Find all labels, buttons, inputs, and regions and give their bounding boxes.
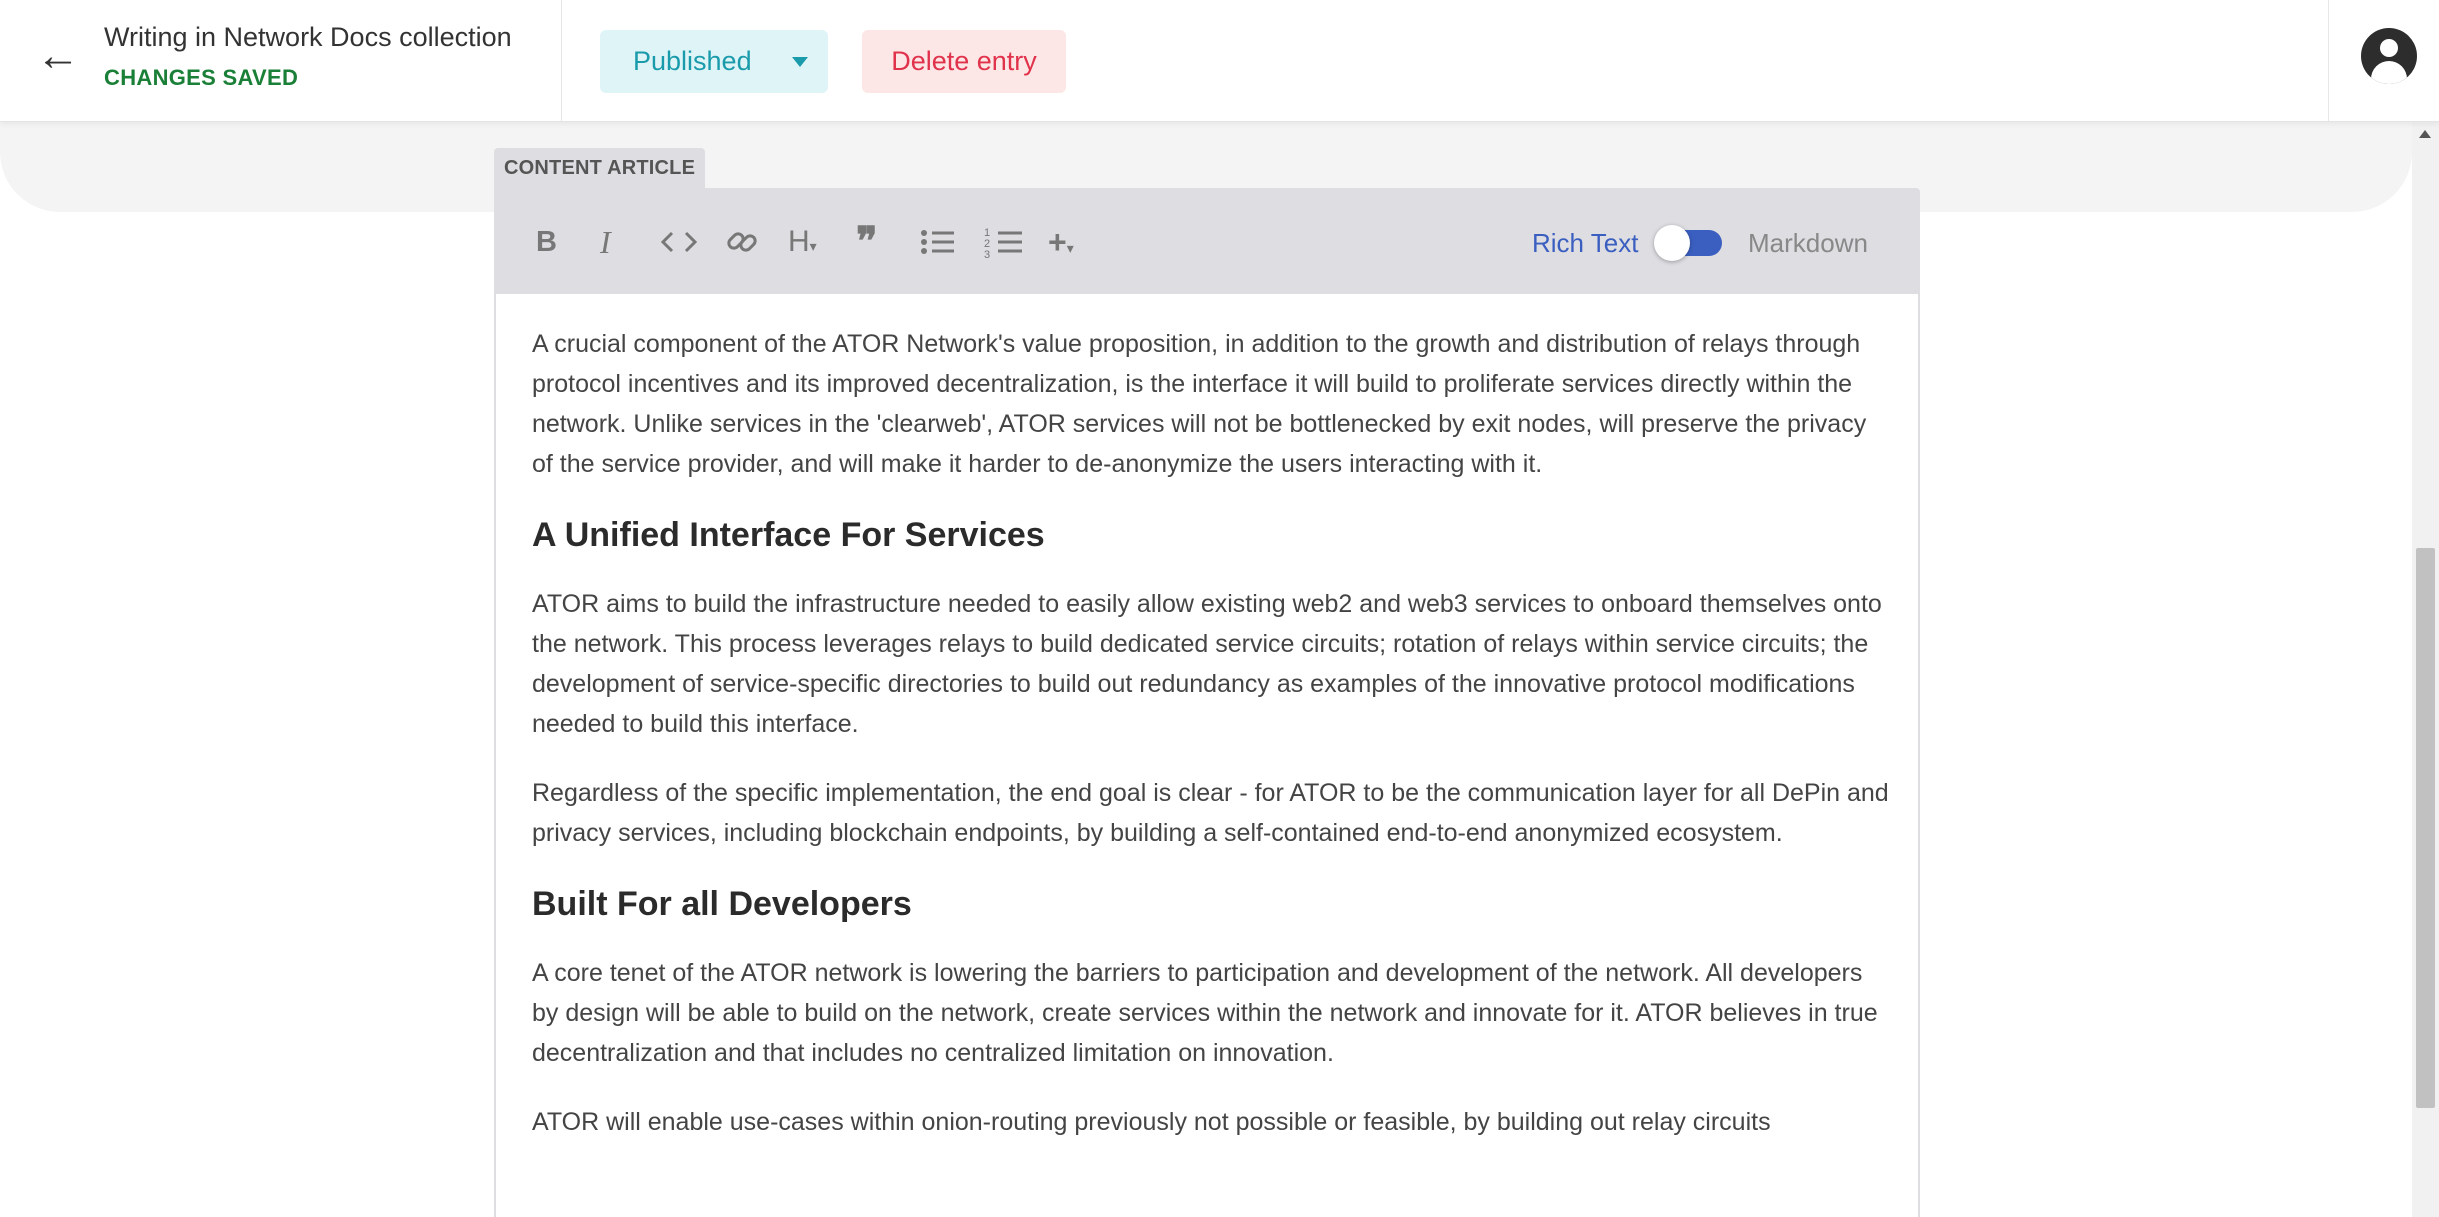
italic-icon[interactable]: I: [600, 222, 611, 262]
field-label: CONTENT ARTICLE: [494, 148, 706, 188]
content-heading: Built For all Developers: [532, 885, 912, 923]
back-section: ← Writing in Network Docs collection CHA…: [0, 0, 562, 121]
scroll-thumb[interactable]: [2416, 548, 2435, 1108]
heading-dropdown-icon[interactable]: H▾: [788, 222, 817, 262]
content-paragraph: ATOR aims to build the infrastructure ne…: [532, 590, 1882, 738]
markdown-editor: B I H▾ ❞ 123 +▾ Rich Text Markdown A cru…: [494, 188, 1920, 1217]
top-bar: ← Writing in Network Docs collection CHA…: [0, 0, 2439, 122]
editor-mode-toggle[interactable]: [1654, 225, 1722, 261]
user-avatar-icon[interactable]: [2361, 28, 2417, 84]
svg-text:3: 3: [984, 249, 990, 261]
publish-status-label: Published: [633, 46, 752, 76]
title-block: Writing in Network Docs collection CHANG…: [104, 22, 512, 91]
editor-content[interactable]: A crucial component of the ATOR Network'…: [532, 324, 1892, 1171]
content-paragraph: Regardless of the specific implementatio…: [532, 779, 1889, 847]
numbered-list-icon[interactable]: 123: [984, 222, 1024, 262]
markdown-label[interactable]: Markdown: [1748, 228, 1868, 259]
save-status: CHANGES SAVED: [104, 65, 299, 90]
bulleted-list-icon[interactable]: [920, 222, 956, 262]
link-icon[interactable]: [724, 222, 760, 262]
quote-icon[interactable]: ❞: [856, 222, 878, 262]
rich-text-label[interactable]: Rich Text: [1532, 228, 1638, 259]
actions-section: Published Delete entry: [562, 0, 2328, 121]
back-arrow-icon[interactable]: ←: [36, 34, 80, 78]
content-paragraph: A core tenet of the ATOR network is lowe…: [532, 959, 1878, 1067]
code-icon[interactable]: [660, 222, 698, 262]
scroll-up-icon[interactable]: [2419, 130, 2431, 138]
page-scrollbar[interactable]: [2412, 122, 2439, 1217]
add-component-icon[interactable]: +▾: [1048, 222, 1074, 262]
caret-down-icon: [792, 57, 808, 67]
collection-title: Writing in Network Docs collection: [104, 22, 512, 52]
content-heading: A Unified Interface For Services: [532, 516, 1045, 554]
content-paragraph: A crucial component of the ATOR Network'…: [532, 330, 1867, 478]
editor-toolbar: B I H▾ ❞ 123 +▾ Rich Text Markdown: [496, 190, 1918, 294]
bold-icon[interactable]: B: [536, 222, 557, 262]
user-section: [2328, 0, 2439, 121]
delete-entry-button[interactable]: Delete entry: [862, 30, 1066, 93]
content-paragraph: ATOR will enable use-cases within onion-…: [532, 1108, 1771, 1136]
cms-editor-page: ← Writing in Network Docs collection CHA…: [0, 0, 2439, 1217]
publish-status-dropdown[interactable]: Published: [600, 30, 828, 93]
